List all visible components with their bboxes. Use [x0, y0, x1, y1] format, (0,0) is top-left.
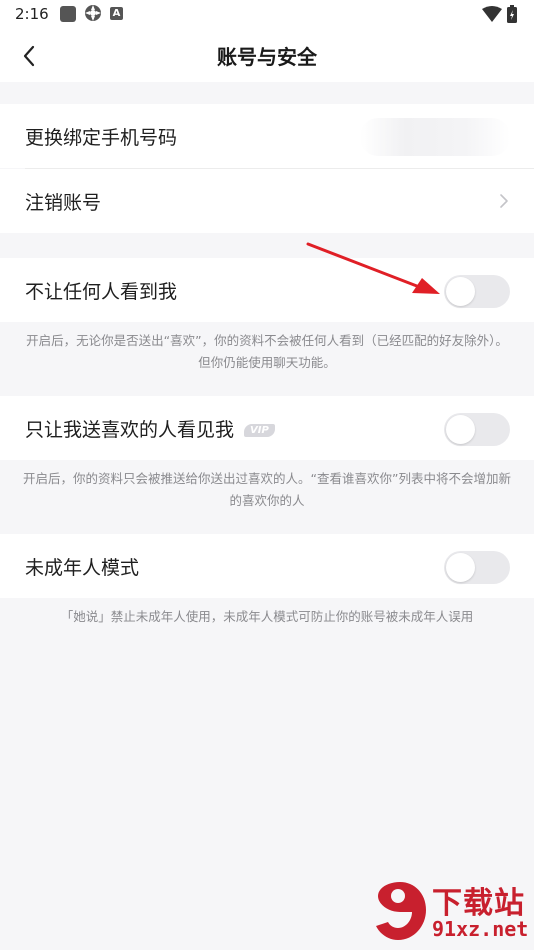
minor-mode-row: 未成年人模式 — [0, 534, 534, 598]
hide-from-everyone-label: 不让任何人看到我 — [25, 281, 178, 303]
notification-settings-icon — [85, 5, 101, 21]
only-liked-see-me-row: 只让我送喜欢的人看见我 VIP — [0, 396, 534, 460]
toggle-knob — [446, 277, 475, 306]
only-liked-see-me-note: 开启后，你的资料只会被推送给你送出过喜欢的人。“查看谁喜欢你”列表中将不会增加新… — [23, 471, 511, 508]
app-header: 账号与安全 — [0, 30, 534, 82]
minor-mode-toggle[interactable] — [444, 551, 510, 584]
watermark: 下载站 91xz.net — [370, 878, 530, 944]
notification-app-icon — [60, 6, 76, 22]
change-phone-label: 更换绑定手机号码 — [25, 127, 178, 149]
status-time: 2:16 — [15, 5, 49, 23]
annotation-arrow-icon — [306, 242, 440, 294]
delete-account-row[interactable]: 注销账号 — [0, 169, 534, 233]
only-liked-see-me-label: 只让我送喜欢的人看见我 — [25, 419, 235, 441]
chevron-right-icon — [500, 194, 508, 208]
toggle-knob — [446, 415, 475, 444]
watermark-top-text: 下载站 — [432, 886, 525, 921]
watermark-logo-icon — [376, 882, 426, 940]
only-liked-see-me-label-wrap: 只让我送喜欢的人看见我 VIP — [25, 415, 275, 442]
hide-from-everyone-note: 开启后，无论你是否送出“喜欢”，你的资料不会被任何人看到（已经匹配的好友除外）。… — [26, 333, 508, 370]
toggle-knob — [446, 553, 475, 582]
phone-number-blurred — [360, 118, 510, 156]
battery-icon — [507, 5, 517, 23]
status-bar: 2:16 A — [0, 0, 534, 30]
delete-account-label: 注销账号 — [25, 192, 102, 214]
page-title: 账号与安全 — [217, 45, 317, 69]
hide-from-everyone-row: 不让任何人看到我 — [0, 258, 534, 322]
vip-badge: VIP — [244, 424, 275, 437]
hide-from-everyone-toggle[interactable] — [444, 275, 510, 308]
minor-mode-label: 未成年人模式 — [25, 557, 140, 579]
watermark-bottom-text: 91xz.net — [432, 917, 529, 941]
wifi-icon — [482, 6, 502, 22]
minor-mode-note: 「她说」禁止未成年人使用，未成年人模式可防止你的账号被未成年人误用 — [60, 609, 474, 624]
only-liked-see-me-toggle[interactable] — [444, 413, 510, 446]
change-phone-row[interactable]: 更换绑定手机号码 — [0, 104, 534, 168]
notification-a-icon: A — [110, 7, 123, 20]
